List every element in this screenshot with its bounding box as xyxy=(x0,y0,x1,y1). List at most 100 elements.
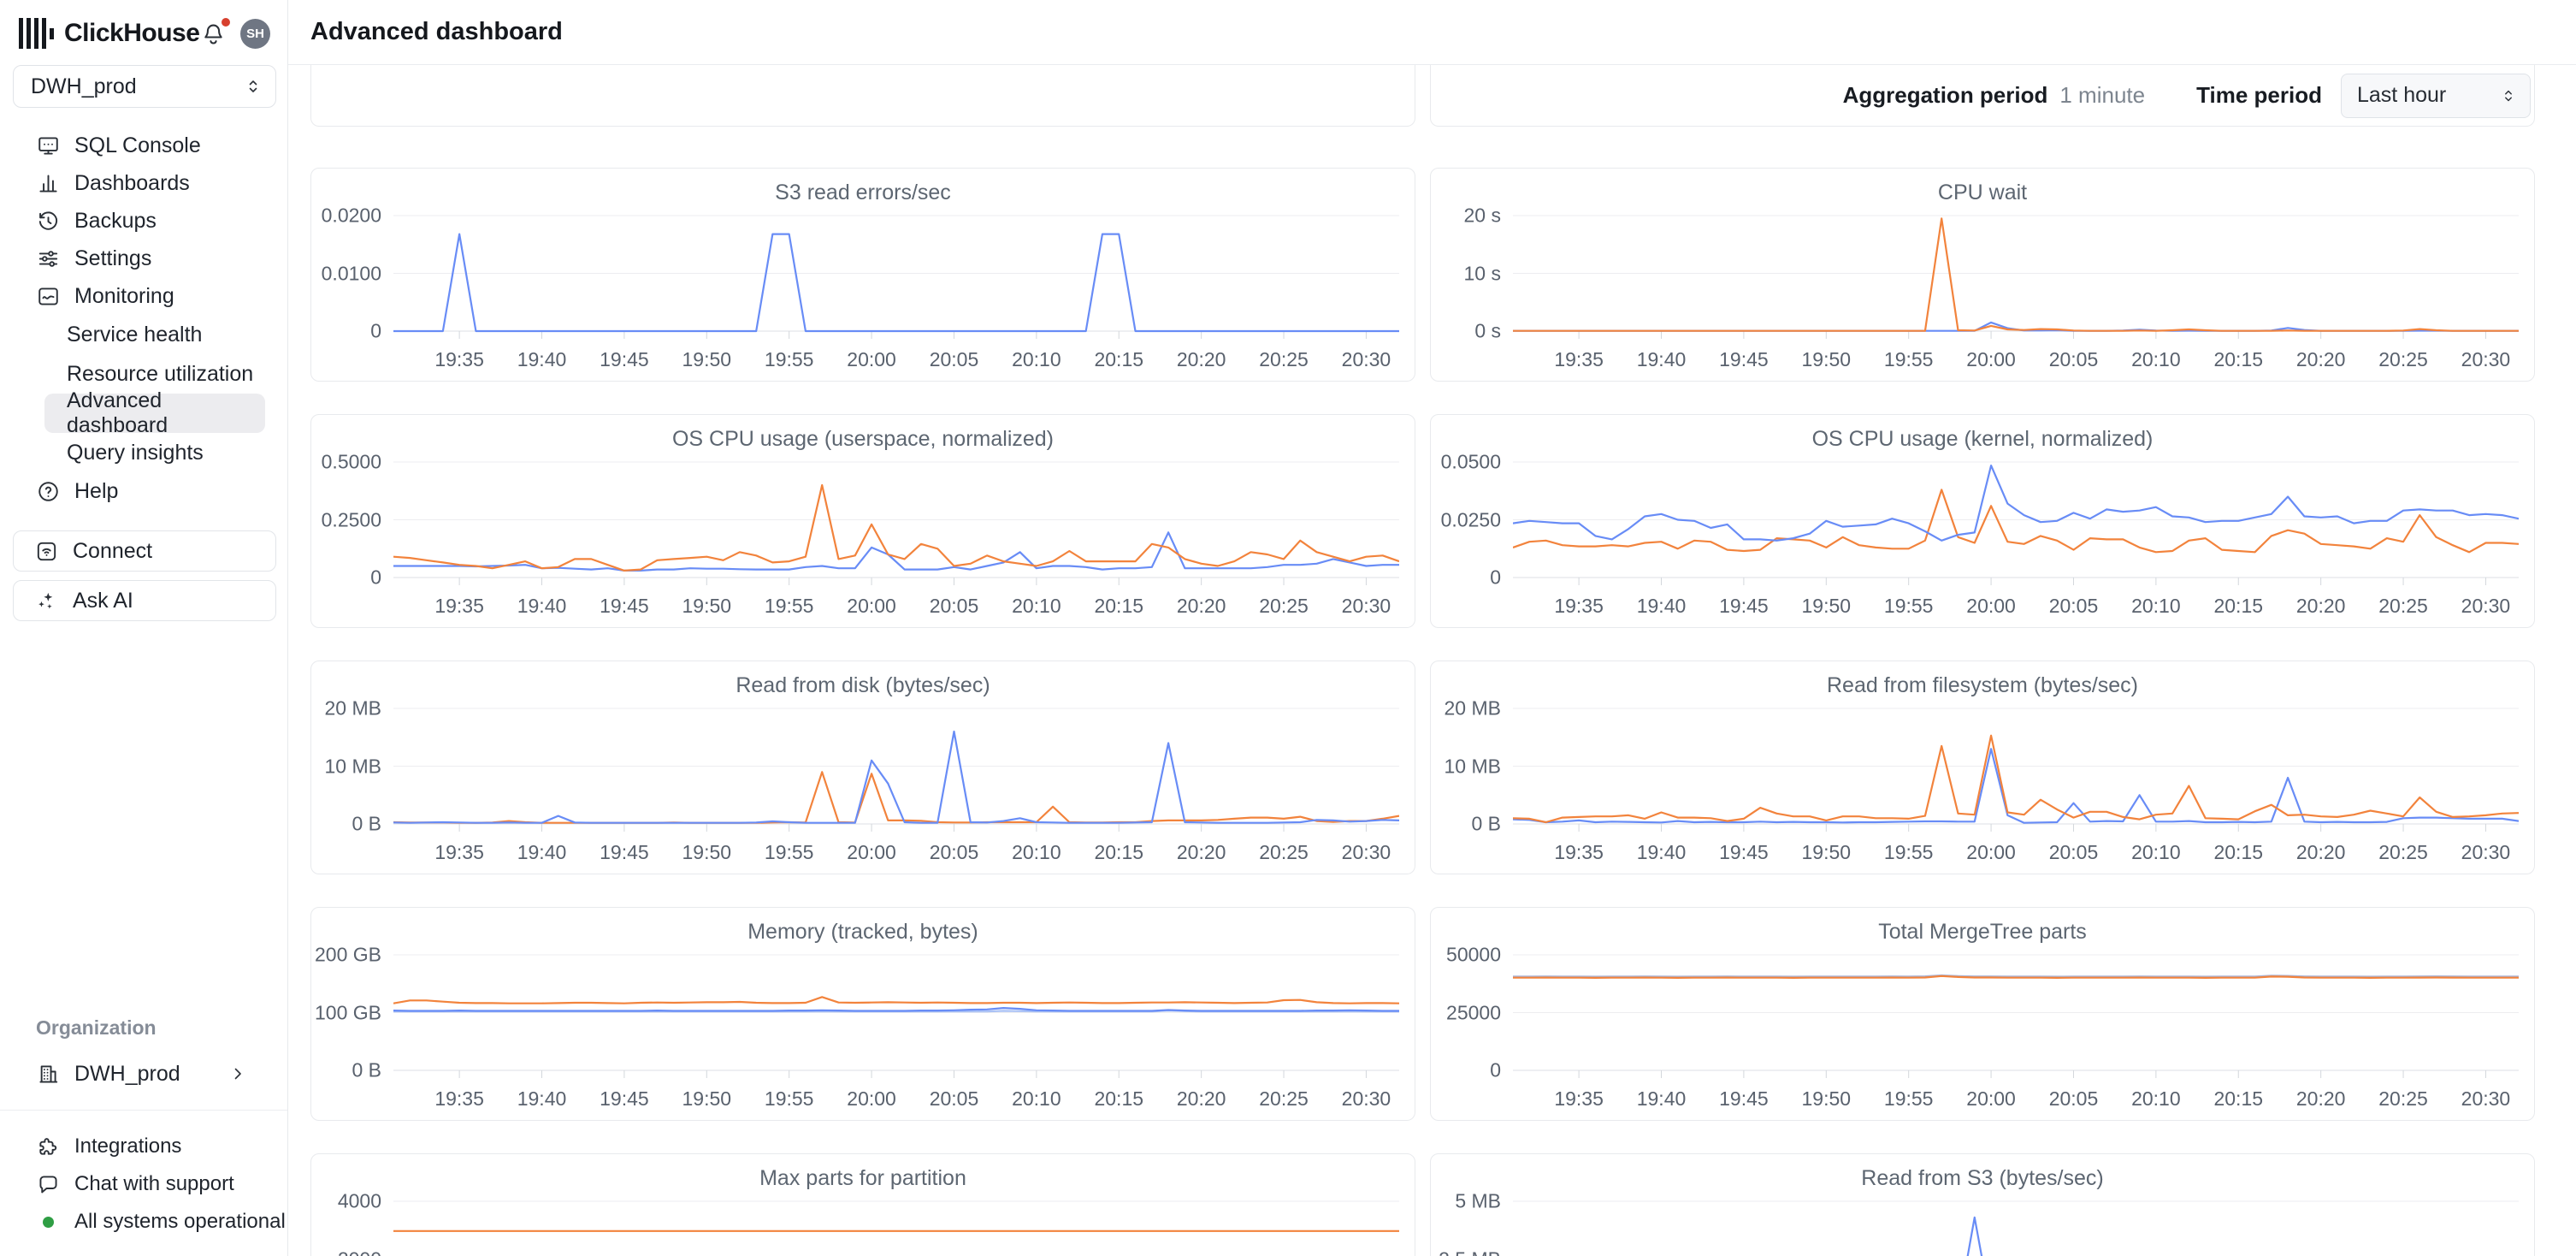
y-axis-label: 0 xyxy=(1490,1059,1501,1082)
x-axis-label: 19:55 xyxy=(1884,1087,1934,1111)
sidebar-item-settings[interactable]: Settings xyxy=(0,240,287,277)
x-axis-label: 20:15 xyxy=(2213,841,2263,864)
sidebar-item-backups[interactable]: Backups xyxy=(0,202,287,240)
sidebar-item-help[interactable]: Help xyxy=(0,472,287,510)
y-axis-label: 0.0500 xyxy=(1441,451,1501,474)
y-axis-label: 0 s xyxy=(1474,320,1501,343)
terminal-board-icon xyxy=(36,133,61,158)
x-axis-label: 19:50 xyxy=(1802,595,1852,618)
app-name: ClickHouse xyxy=(64,19,199,48)
chart-series-orange xyxy=(393,772,1399,822)
y-axis-label: 0.0100 xyxy=(322,262,381,285)
chat-bubble-icon xyxy=(36,1172,61,1197)
sidebar-item-dashboards[interactable]: Dashboards xyxy=(0,164,287,202)
organization-section-label: Organization xyxy=(0,1016,287,1040)
y-axis-label: 0 xyxy=(1490,566,1501,589)
y-axis-label: 10 s xyxy=(1464,262,1501,285)
x-axis-label: 19:45 xyxy=(600,595,649,618)
chart-card: OS CPU usage (kernel, normalized)00.0250… xyxy=(1430,414,2535,628)
chevron-up-down-icon xyxy=(2499,86,2518,105)
chart-card: S3 read errors/sec00.01000.020019:3519:4… xyxy=(310,168,1415,382)
chart-canvas xyxy=(393,1182,1399,1256)
sidebar-item-query-insights[interactable]: Query insights xyxy=(0,433,287,472)
x-axis-label: 19:45 xyxy=(600,1087,649,1111)
x-axis-label: 20:10 xyxy=(2131,595,2181,618)
system-status[interactable]: All systems operational xyxy=(0,1203,287,1241)
chart-card: Max parts for partition02000400019:3519:… xyxy=(310,1153,1415,1256)
x-axis-label: 19:55 xyxy=(765,595,814,618)
chart-canvas xyxy=(1513,196,2519,341)
x-axis-label: 20:20 xyxy=(1177,595,1226,618)
sidebar-item-service-health[interactable]: Service health xyxy=(0,315,287,354)
charts-grid: S3 read errors/sec00.01000.020019:3519:4… xyxy=(310,168,2535,1256)
x-axis-label: 20:10 xyxy=(2131,348,2181,371)
chart-card-partial-left xyxy=(310,65,1415,127)
y-axis-label: 0 xyxy=(370,320,381,343)
x-axis-label: 20:00 xyxy=(1966,841,2016,864)
ask-ai-button[interactable]: Ask AI xyxy=(13,580,276,621)
time-period-select[interactable]: Last hour xyxy=(2341,74,2531,118)
puzzle-icon xyxy=(36,1135,61,1159)
y-axis-label: 200 GB xyxy=(315,944,381,967)
help-circle-icon xyxy=(36,479,61,504)
x-axis-label: 20:10 xyxy=(2131,1087,2181,1111)
connect-button[interactable]: Connect xyxy=(13,530,276,572)
y-axis-label: 10 MB xyxy=(1445,755,1501,778)
x-axis-label: 20:15 xyxy=(1094,595,1143,618)
x-axis-label: 19:35 xyxy=(1554,348,1604,371)
chart-card-partial-right: Aggregation period 1 minute Time period … xyxy=(1430,65,2535,127)
notifications-bell-icon[interactable] xyxy=(200,21,227,47)
chart-card: OS CPU usage (userspace, normalized)00.2… xyxy=(310,414,1415,628)
chart-canvas xyxy=(393,196,1399,341)
x-axis-label: 20:20 xyxy=(2296,1087,2346,1111)
organization-selector[interactable]: DWH_prod xyxy=(0,1053,287,1094)
page-header: Advanced dashboard xyxy=(288,0,2576,65)
main-area: Advanced dashboard Aggregation period 1 … xyxy=(288,0,2576,1256)
x-axis-label: 20:05 xyxy=(2049,841,2099,864)
x-axis-label: 19:55 xyxy=(1884,841,1934,864)
x-axis-label: 20:30 xyxy=(1342,595,1391,618)
y-axis-label: 0 B xyxy=(1471,813,1501,836)
x-axis-label: 20:25 xyxy=(2378,841,2428,864)
x-axis-label: 20:15 xyxy=(1094,841,1143,864)
x-axis-label: 20:10 xyxy=(2131,841,2181,864)
status-dot-icon xyxy=(36,1217,61,1228)
connect-icon xyxy=(34,539,59,564)
sidebar-item-chat-support[interactable]: Chat with support xyxy=(0,1165,287,1203)
x-axis-label: 19:50 xyxy=(682,595,732,618)
service-selector[interactable]: DWH_prod xyxy=(13,65,276,108)
x-axis-label: 19:50 xyxy=(1802,841,1852,864)
x-axis-label: 20:05 xyxy=(2049,595,2099,618)
chart-series-blue xyxy=(393,732,1399,823)
x-axis-label: 20:15 xyxy=(1094,1087,1143,1111)
chart-series-orange xyxy=(1513,218,2519,330)
chart-card: Read from S3 (bytes/sec)0 B2.5 MB5 MB19:… xyxy=(1430,1153,2535,1256)
y-axis-label: 20 MB xyxy=(325,697,381,720)
chart-card: Total MergeTree parts0250005000019:3519:… xyxy=(1430,907,2535,1121)
line-chart-icon xyxy=(36,284,61,309)
y-axis-label: 0 B xyxy=(352,1059,381,1082)
x-axis-label: 19:50 xyxy=(1802,1087,1852,1111)
x-axis-label: 20:05 xyxy=(930,595,979,618)
y-axis-label: 5 MB xyxy=(1455,1190,1501,1213)
chart-series-muted_blue xyxy=(1513,975,2519,977)
sidebar-header: ClickHouse SH xyxy=(0,0,287,50)
x-axis-label: 19:45 xyxy=(1719,1087,1769,1111)
sidebar-item-monitoring[interactable]: Monitoring xyxy=(0,277,287,315)
y-axis-label: 10 MB xyxy=(325,755,381,778)
x-axis-label: 20:20 xyxy=(2296,841,2346,864)
x-axis-label: 19:50 xyxy=(1802,348,1852,371)
user-avatar[interactable]: SH xyxy=(240,19,270,49)
x-axis-label: 20:00 xyxy=(1966,595,2016,618)
y-axis-label: 0 xyxy=(370,566,381,589)
sidebar-item-integrations[interactable]: Integrations xyxy=(0,1128,287,1165)
sidebar-item-advanced-dashboard[interactable]: Advanced dashboard xyxy=(44,394,265,433)
x-axis-label: 19:45 xyxy=(1719,595,1769,618)
x-axis-label: 19:35 xyxy=(434,348,484,371)
sidebar-item-sql-console[interactable]: SQL Console xyxy=(0,127,287,164)
chart-canvas xyxy=(1513,442,2519,588)
x-axis-label: 20:05 xyxy=(930,348,979,371)
x-axis-label: 19:55 xyxy=(765,841,814,864)
clickhouse-logo-icon xyxy=(19,18,54,49)
sidebar: ClickHouse SH DWH_prod SQL Console Dashb… xyxy=(0,0,288,1256)
